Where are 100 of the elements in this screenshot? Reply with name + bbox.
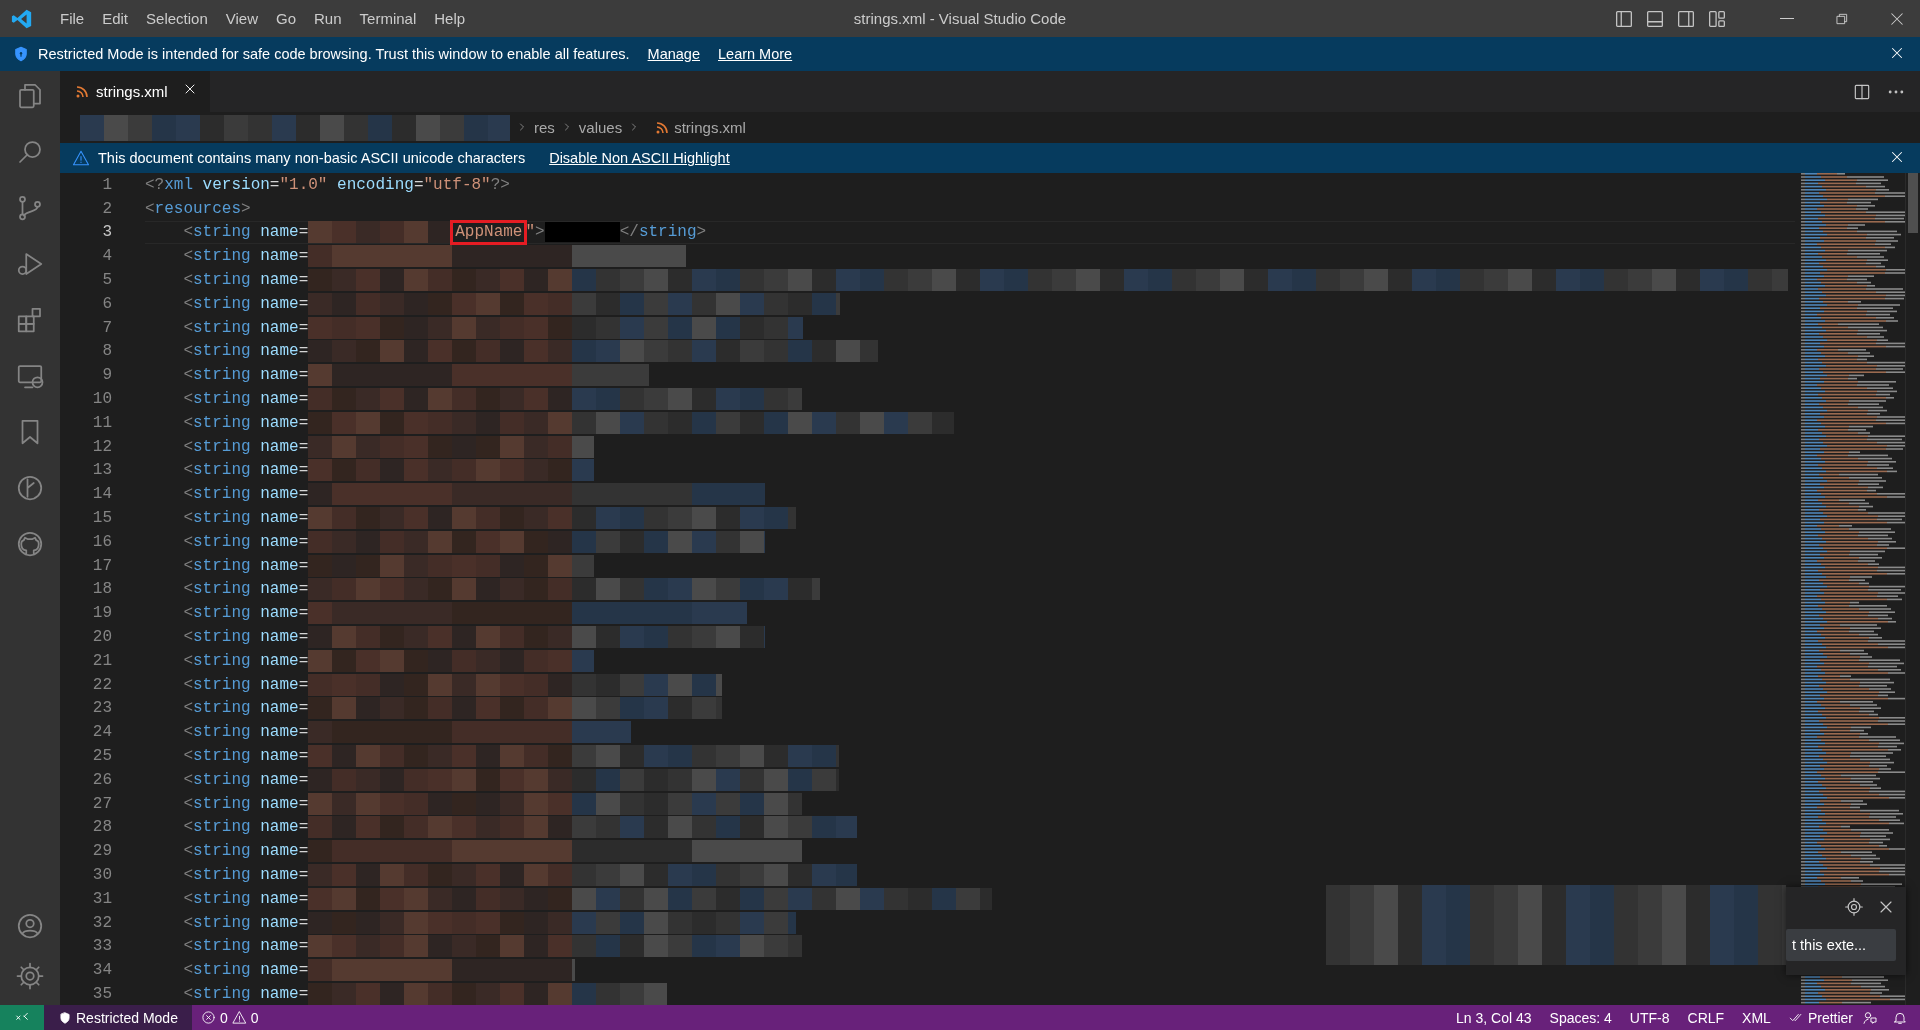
code-token: name — [259, 342, 299, 361]
breadcrumb-item[interactable]: res — [534, 119, 555, 136]
code-token: string — [193, 842, 251, 861]
code-token: string — [193, 580, 251, 599]
error-icon — [200, 1010, 216, 1025]
code-token: name — [259, 580, 299, 599]
code-token: < — [182, 937, 193, 956]
code-token: name — [259, 961, 299, 980]
code-token: " — [525, 223, 536, 242]
code-token: = — [298, 390, 309, 409]
banner-link[interactable]: Disable Non ASCII Highlight — [549, 150, 730, 166]
code-token: < — [182, 723, 193, 742]
code-token: string — [193, 889, 251, 908]
code-token: < — [182, 342, 193, 361]
menu-item[interactable]: View — [216, 0, 267, 37]
line-number: 3 — [101, 223, 113, 242]
code-token: string — [193, 866, 251, 884]
menu-item[interactable]: Selection — [137, 0, 217, 37]
code-token: string — [193, 485, 251, 504]
code-token: string — [193, 271, 251, 290]
account-icon[interactable] — [15, 911, 45, 941]
code-token: version — [201, 175, 270, 194]
menu-item[interactable]: Terminal — [350, 0, 426, 37]
code-token: = — [269, 175, 280, 194]
scrollbar-thumb[interactable] — [1908, 173, 1918, 233]
code-token: = — [298, 937, 309, 956]
notification-button[interactable]: t this exte... — [1786, 929, 1896, 961]
status-item[interactable]: Spaces: 4 — [1540, 1005, 1621, 1030]
warning-icon — [72, 149, 90, 167]
line-number: 23 — [91, 699, 113, 718]
code-token: < — [182, 889, 193, 908]
code-token: string — [193, 794, 251, 813]
code-token: name — [259, 866, 299, 884]
line-number: 31 — [91, 889, 113, 908]
line-number: 27 — [91, 794, 113, 813]
code-token: name — [259, 485, 299, 504]
code-token: "utf-8" — [423, 175, 491, 194]
banner-message: This document contains many non-basic ASCII unicode characters — [98, 150, 526, 166]
code-token: name — [259, 794, 299, 813]
line-number: 18 — [91, 580, 113, 599]
banner-link[interactable]: Learn More — [718, 46, 793, 62]
menu-item[interactable]: Help — [425, 0, 475, 37]
code-token: = — [298, 675, 309, 694]
code-token: name — [259, 437, 299, 456]
code-token: < — [182, 461, 193, 480]
line-number: 25 — [91, 747, 113, 765]
code-token: = — [298, 723, 309, 742]
editor-tab[interactable]: strings.xml — [60, 71, 210, 112]
line-number: 32 — [91, 913, 113, 932]
code-token: xml — [164, 175, 193, 194]
code-token: name — [259, 604, 299, 623]
code-token: string — [193, 723, 251, 742]
status-item[interactable]: CRLF — [1678, 1005, 1734, 1030]
code-token: < — [182, 628, 193, 647]
breadcrumb-item[interactable]: values — [578, 119, 623, 136]
menu-item[interactable]: Go — [267, 0, 305, 37]
code-token: < — [182, 318, 193, 337]
code-token: = — [298, 651, 309, 670]
menu-item[interactable]: Edit — [93, 0, 138, 37]
menu-item[interactable]: Run — [305, 0, 351, 37]
line-number: 10 — [91, 390, 113, 409]
problems-status[interactable]: 0 0 — [191, 1005, 268, 1030]
code-token: string — [193, 223, 251, 242]
code-token: string — [193, 985, 251, 1003]
code-token: < — [182, 271, 193, 290]
restricted-mode-status[interactable]: Restricted Mode — [44, 1005, 192, 1030]
code-token: resources — [154, 199, 242, 218]
breadcrumb-item[interactable]: strings.xml — [674, 119, 746, 136]
graph-icon[interactable] — [15, 473, 45, 503]
code-token: = — [298, 461, 309, 480]
code-token: string — [193, 961, 251, 980]
code-token: string — [193, 294, 251, 313]
code-token: name — [259, 723, 299, 742]
code-token: < — [182, 532, 193, 551]
menu-item[interactable]: File — [51, 0, 94, 37]
code-token: = — [298, 271, 309, 290]
warning-icon — [231, 1010, 247, 1025]
code-token: string — [193, 413, 251, 432]
status-item[interactable]: XML — [1733, 1005, 1780, 1030]
code-token: name — [259, 366, 299, 385]
code-token: name — [259, 628, 299, 647]
status-item[interactable]: UTF-8 — [1620, 1005, 1679, 1030]
shield-icon — [58, 1010, 72, 1025]
code-token: string — [193, 509, 251, 528]
banner-link[interactable]: Manage — [647, 46, 700, 62]
code-token: = — [298, 794, 309, 813]
line-number: 28 — [91, 818, 113, 837]
code-token: < — [182, 604, 193, 623]
code-token: < — [182, 223, 193, 242]
line-number: 6 — [101, 294, 113, 313]
line-number: 24 — [91, 723, 113, 742]
github-icon[interactable] — [15, 529, 45, 559]
prettier-status[interactable]: Prettier — [1779, 1005, 1862, 1030]
code-token: name — [259, 770, 299, 789]
status-item[interactable]: Ln 3, Col 43 — [1447, 1005, 1541, 1030]
code-token: name — [259, 913, 299, 932]
code-token: string — [193, 366, 251, 385]
feedback-icon[interactable] — [1862, 1009, 1878, 1026]
code-token: string — [193, 390, 251, 409]
code-token: < — [182, 294, 193, 313]
